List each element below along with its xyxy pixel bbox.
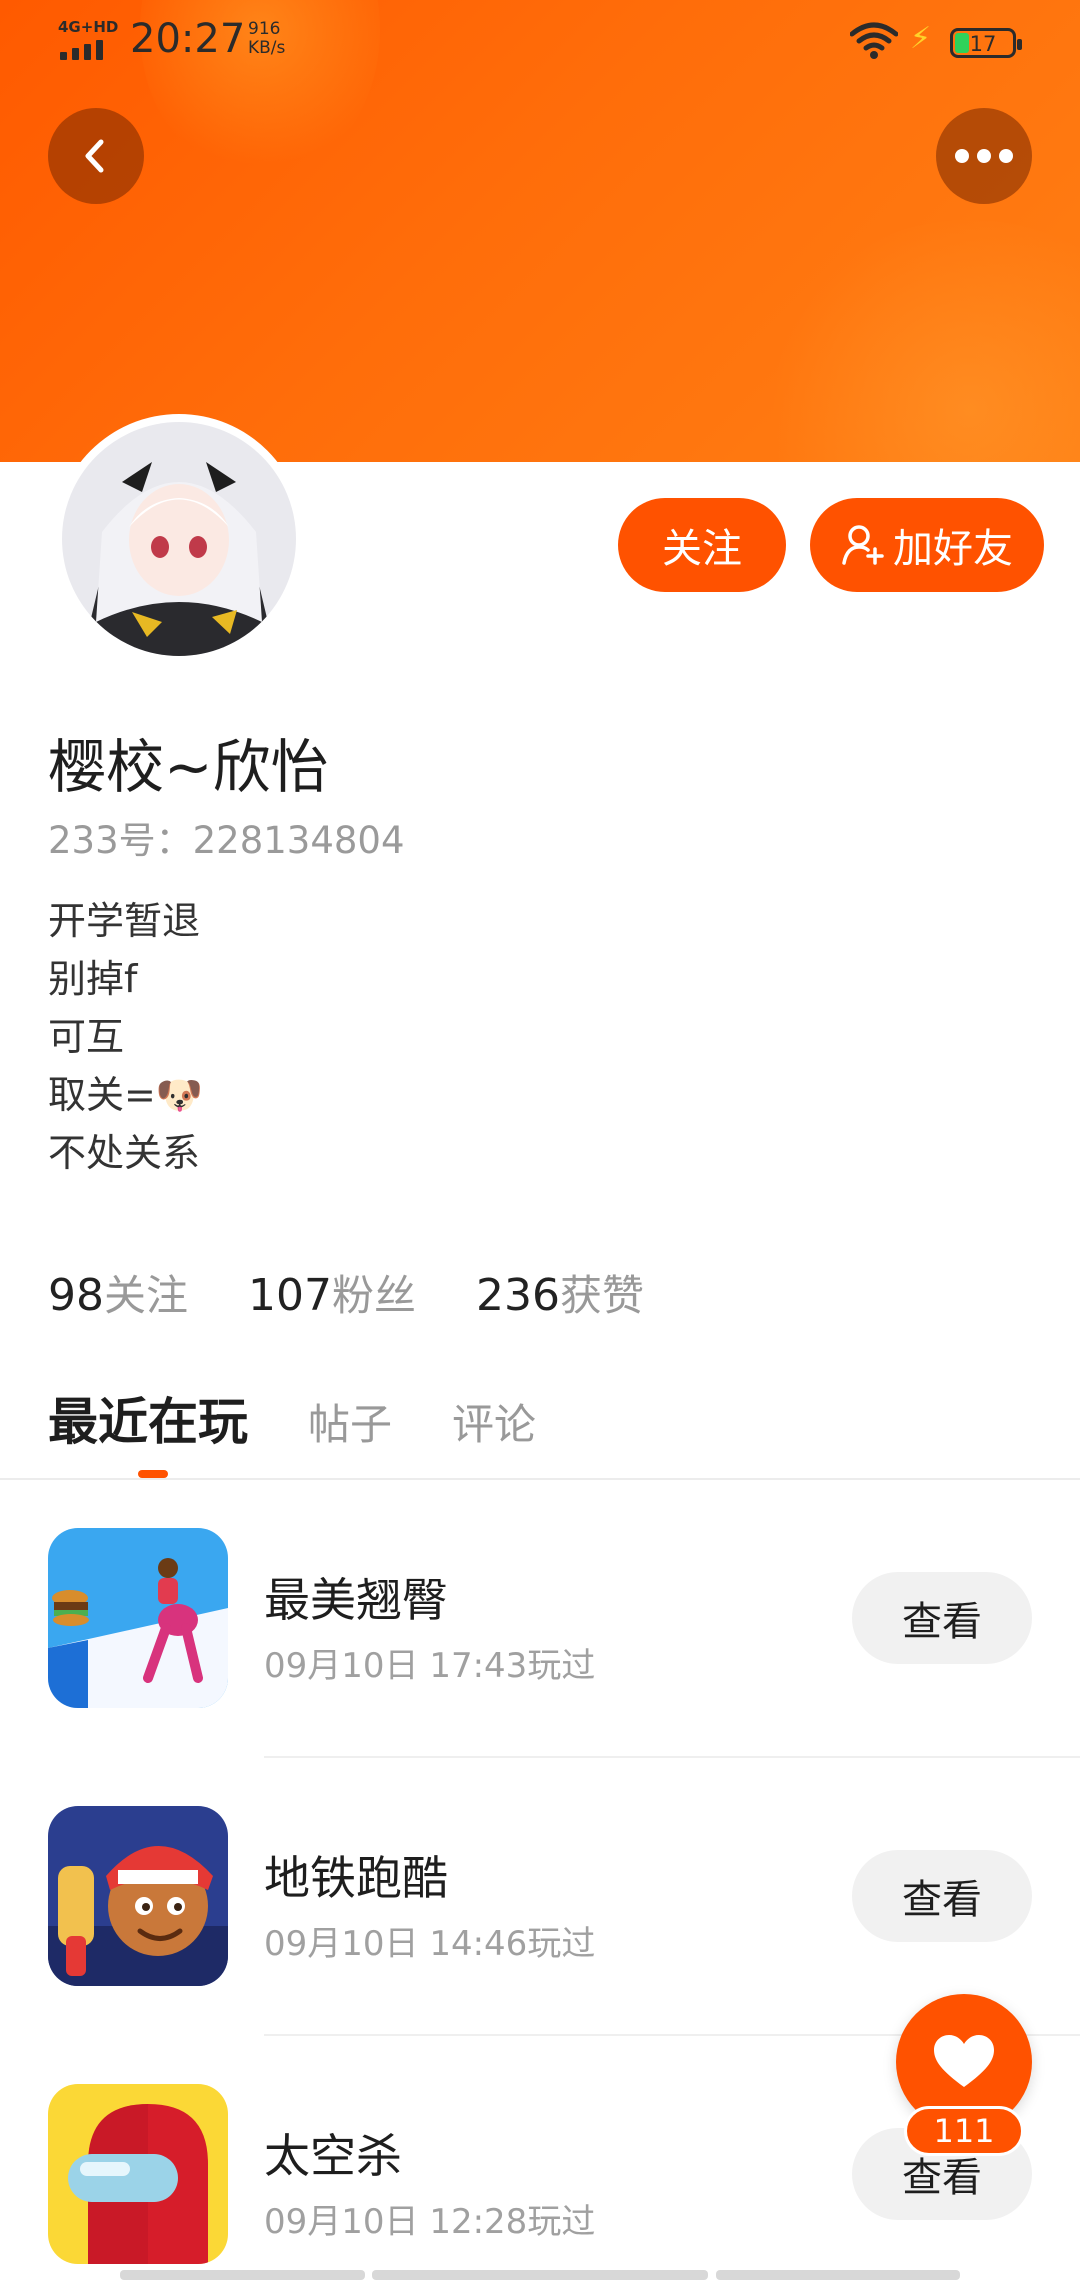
stat-value: 107 [248, 1270, 332, 1321]
scroll-edge [716, 2270, 960, 2280]
tab-recently-played[interactable]: 最近在玩 [48, 1382, 248, 1454]
heart-icon [934, 2035, 994, 2087]
stat-value: 236 [476, 1270, 560, 1321]
game-name: 太空杀 [264, 2129, 402, 2183]
divider [264, 1756, 1080, 1758]
bio-line: 可互 [48, 1015, 125, 1059]
network-speed: 916 KB/s [248, 20, 285, 58]
follow-button[interactable]: 关注 [618, 498, 786, 592]
stat-label: 粉丝 [332, 1271, 417, 1320]
scroll-edge [372, 2270, 708, 2280]
tab-comments[interactable]: 评论 [452, 1391, 536, 1452]
game-icon [48, 2084, 228, 2264]
bio-line: 不处关系 [48, 1131, 201, 1175]
stat-likes[interactable]: 236获赞 [476, 1262, 644, 1323]
user-id: 233号：228134804 [48, 819, 405, 862]
chevron-left-icon [85, 139, 104, 173]
list-item[interactable]: 最美翘臀 09月10日 17:43玩过 查看 [0, 1528, 1080, 1708]
more-options-button[interactable] [936, 108, 1032, 204]
bio-line: 别掉f [48, 957, 138, 1001]
bio-line: 取关=🐶 [48, 1073, 204, 1117]
add-friend-label: 加好友 [893, 526, 1013, 572]
profile-tabs: 最近在玩 帖子 评论 [48, 1382, 536, 1454]
game-name: 地铁跑酷 [264, 1851, 448, 1905]
banner-glow [760, 220, 1080, 462]
signal-bars-icon [60, 40, 103, 60]
clock: 20:27 [130, 16, 246, 62]
avatar-image [62, 422, 296, 656]
more-dots-icon [955, 149, 1013, 163]
wifi-icon [850, 22, 898, 59]
speed-unit: KB/s [248, 38, 286, 58]
follow-label: 关注 [662, 526, 742, 572]
divider [0, 1478, 1080, 1480]
stat-followers[interactable]: 107粉丝 [248, 1262, 416, 1323]
add-user-icon [842, 525, 884, 565]
game-icon [48, 1806, 228, 1986]
view-button[interactable]: 查看 [852, 1850, 1032, 1942]
battery-level: 17 [969, 32, 997, 56]
stat-value: 98 [48, 1270, 104, 1321]
game-played-time: 09月10日 17:43玩过 [264, 1646, 596, 1686]
status-bar: 4G+HD 20:27 916 KB/s ⚡ 17 [0, 0, 1080, 90]
tab-posts[interactable]: 帖子 [308, 1391, 392, 1452]
speed-value: 916 [248, 19, 281, 39]
charging-icon: ⚡ [910, 21, 932, 56]
username: 樱校~欣怡 [48, 733, 329, 801]
back-button[interactable] [48, 108, 144, 204]
list-item[interactable]: 地铁跑酷 09月10日 14:46玩过 查看 [0, 1806, 1080, 1986]
stat-label: 关注 [104, 1271, 189, 1320]
bio-line: 开学暂退 [48, 899, 201, 943]
battery-indicator: 17 [950, 28, 1022, 58]
stat-label: 获赞 [560, 1271, 645, 1320]
tab-indicator [138, 1470, 168, 1478]
like-count-badge: 111 [904, 2106, 1024, 2156]
game-name: 最美翘臀 [264, 1573, 448, 1627]
game-icon [48, 1528, 228, 1708]
avatar[interactable] [54, 414, 304, 664]
scroll-edge [120, 2270, 365, 2280]
signal-indicator: 4G+HD [58, 18, 118, 62]
game-played-time: 09月10日 14:46玩过 [264, 1924, 596, 1964]
game-played-time: 09月10日 12:28玩过 [264, 2202, 596, 2242]
network-type: 4G+HD [58, 18, 119, 36]
stat-following[interactable]: 98关注 [48, 1262, 188, 1323]
bio: 开学暂退 别掉f 可互 取关=🐶 不处关系 [48, 892, 203, 1182]
add-friend-button[interactable]: 加好友 [810, 498, 1044, 592]
profile-stats: 98关注 107粉丝 236获赞 [48, 1262, 644, 1323]
view-button[interactable]: 查看 [852, 1572, 1032, 1664]
